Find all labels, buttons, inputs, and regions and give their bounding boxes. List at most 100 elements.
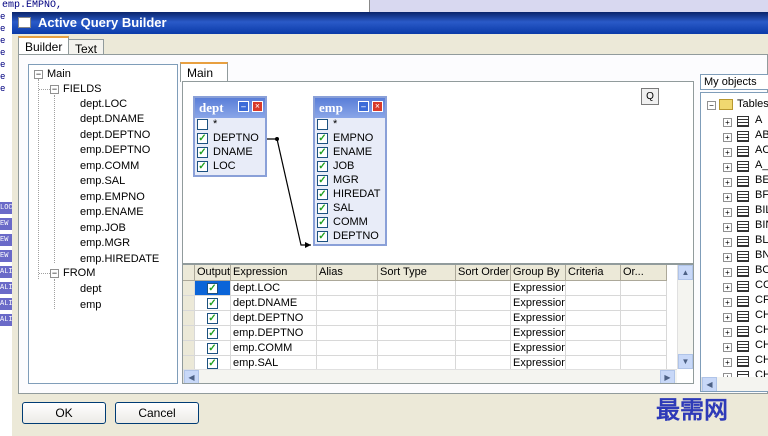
- close-icon[interactable]: ×: [252, 101, 263, 112]
- object-item[interactable]: BEFU: [755, 174, 768, 186]
- ok-button[interactable]: OK: [22, 402, 106, 424]
- tab-builder[interactable]: Builder: [18, 36, 70, 56]
- scroll-down-icon[interactable]: ▼: [678, 354, 693, 369]
- object-item[interactable]: ABC: [755, 129, 768, 141]
- objects-tree[interactable]: − Tables + A + ABC + ACTI + A_W + BEFU + BFILI…: [700, 92, 768, 392]
- tab-main[interactable]: Main: [180, 62, 228, 82]
- output-checkbox[interactable]: ✓: [207, 283, 218, 294]
- tree-field-item[interactable]: emp.HIREDATE: [80, 253, 159, 265]
- object-item[interactable]: CHA: [755, 339, 768, 351]
- grid-cell-group-by[interactable]: Expression: [511, 296, 566, 311]
- column-checkbox[interactable]: ✓: [197, 161, 208, 172]
- expand-icon[interactable]: +: [723, 283, 732, 292]
- tree-field-item[interactable]: dept.DNAME: [80, 113, 144, 125]
- column-checkbox[interactable]: ✓: [317, 133, 328, 144]
- minimize-icon[interactable]: –: [358, 101, 369, 112]
- column-checkbox[interactable]: [317, 119, 328, 130]
- title-bar[interactable]: Active Query Builder: [12, 12, 768, 34]
- tree-field-item[interactable]: emp.JOB: [80, 222, 126, 234]
- column-checkbox[interactable]: ✓: [317, 161, 328, 172]
- expand-icon[interactable]: +: [723, 343, 732, 352]
- expand-icon[interactable]: +: [723, 208, 732, 217]
- column-checkbox[interactable]: ✓: [317, 175, 328, 186]
- scroll-left-icon[interactable]: ◀: [184, 370, 199, 383]
- expand-icon[interactable]: +: [723, 268, 732, 277]
- column-checkbox[interactable]: ✓: [317, 189, 328, 200]
- object-item[interactable]: CHA: [755, 309, 768, 321]
- grid-header[interactable]: Expression: [231, 265, 317, 281]
- object-item[interactable]: A: [755, 114, 762, 126]
- expand-icon[interactable]: +: [723, 298, 732, 307]
- grid-cell-group-by[interactable]: Expression: [511, 311, 566, 326]
- column-checkbox[interactable]: ✓: [317, 203, 328, 214]
- grid-cell-group-by[interactable]: Expression: [511, 281, 566, 296]
- collapse-icon[interactable]: −: [50, 269, 59, 278]
- grid-horizontal-scrollbar[interactable]: ◀ ▶: [183, 369, 677, 383]
- grid-header[interactable]: Sort Type: [378, 265, 456, 281]
- grid-cell-expression[interactable]: dept.DEPTNO: [231, 311, 317, 326]
- output-checkbox[interactable]: ✓: [207, 343, 218, 354]
- column-checkbox[interactable]: ✓: [317, 147, 328, 158]
- object-item[interactable]: CHA: [755, 354, 768, 366]
- tree-from[interactable]: FROM: [63, 267, 95, 279]
- tree-from-item[interactable]: dept: [80, 283, 101, 295]
- object-item[interactable]: A_W: [755, 159, 768, 171]
- tree-field-item[interactable]: emp.ENAME: [80, 206, 144, 218]
- grid-header[interactable]: Alias: [317, 265, 378, 281]
- object-item[interactable]: ACTI: [755, 144, 768, 156]
- grid-cell-expression[interactable]: emp.DEPTNO: [231, 326, 317, 341]
- table-emp[interactable]: emp – × * ✓ EMPNO ✓ ENAME ✓ JOB ✓ MGR ✓ HIRED…: [313, 96, 387, 246]
- expand-icon[interactable]: +: [723, 238, 732, 247]
- object-item[interactable]: BFILI: [755, 189, 768, 201]
- output-checkbox[interactable]: ✓: [207, 328, 218, 339]
- expand-icon[interactable]: +: [723, 133, 732, 142]
- object-item[interactable]: BINF: [755, 219, 768, 231]
- grid-cell-expression[interactable]: emp.COMM: [231, 341, 317, 356]
- scroll-up-icon[interactable]: ▲: [678, 265, 693, 280]
- tree-fields[interactable]: FIELDS: [63, 83, 102, 95]
- tree-root-main[interactable]: Main: [47, 68, 71, 80]
- tree-field-item[interactable]: dept.DEPTNO: [80, 129, 150, 141]
- output-checkbox[interactable]: ✓: [207, 298, 218, 309]
- grid-cell-group-by[interactable]: Expression: [511, 326, 566, 341]
- tree-field-item[interactable]: emp.SAL: [80, 175, 125, 187]
- expand-icon[interactable]: +: [723, 358, 732, 367]
- object-item[interactable]: BLOE: [755, 234, 768, 246]
- diagram-canvas[interactable]: dept – × * ✓ DEPTNO ✓ DNAME ✓ LOC emp – × *…: [182, 81, 694, 264]
- expand-icon[interactable]: +: [723, 178, 732, 187]
- columns-grid[interactable]: Output Expression Alias Sort Type Sort O…: [182, 264, 694, 384]
- expand-icon[interactable]: +: [723, 223, 732, 232]
- close-icon[interactable]: ×: [372, 101, 383, 112]
- object-item[interactable]: BN: [755, 249, 768, 261]
- object-item[interactable]: CHA: [755, 324, 768, 336]
- object-item[interactable]: BON: [755, 264, 768, 276]
- grid-cell-expression[interactable]: dept.DNAME: [231, 296, 317, 311]
- object-item[interactable]: BILLE: [755, 204, 768, 216]
- column-checkbox[interactable]: [197, 119, 208, 130]
- output-checkbox[interactable]: ✓: [207, 313, 218, 324]
- expand-icon[interactable]: +: [723, 313, 732, 322]
- expand-icon[interactable]: +: [723, 328, 732, 337]
- cancel-button[interactable]: Cancel: [115, 402, 199, 424]
- minimize-icon[interactable]: –: [238, 101, 249, 112]
- column-checkbox[interactable]: ✓: [197, 147, 208, 158]
- collapse-icon[interactable]: −: [34, 70, 43, 79]
- tree-from-item[interactable]: emp: [80, 299, 101, 311]
- collapse-icon[interactable]: −: [50, 85, 59, 94]
- expand-icon[interactable]: +: [723, 193, 732, 202]
- grid-header[interactable]: Group By: [511, 265, 566, 281]
- column-checkbox[interactable]: ✓: [317, 217, 328, 228]
- expand-icon[interactable]: +: [723, 253, 732, 262]
- tree-tables[interactable]: Tables: [737, 98, 768, 110]
- scroll-right-icon[interactable]: ▶: [660, 370, 675, 383]
- object-item[interactable]: CFG_: [755, 294, 768, 306]
- grid-vertical-scrollbar[interactable]: ▲ ▼: [677, 265, 693, 369]
- grid-header[interactable]: Output: [195, 265, 231, 281]
- column-checkbox[interactable]: ✓: [197, 133, 208, 144]
- tree-field-item[interactable]: emp.COMM: [80, 160, 139, 172]
- output-checkbox[interactable]: ✓: [207, 358, 218, 369]
- grid-header[interactable]: Or...: [621, 265, 667, 281]
- expand-icon[interactable]: +: [723, 118, 732, 127]
- expand-icon[interactable]: +: [723, 163, 732, 172]
- grid-header[interactable]: Sort Order: [456, 265, 511, 281]
